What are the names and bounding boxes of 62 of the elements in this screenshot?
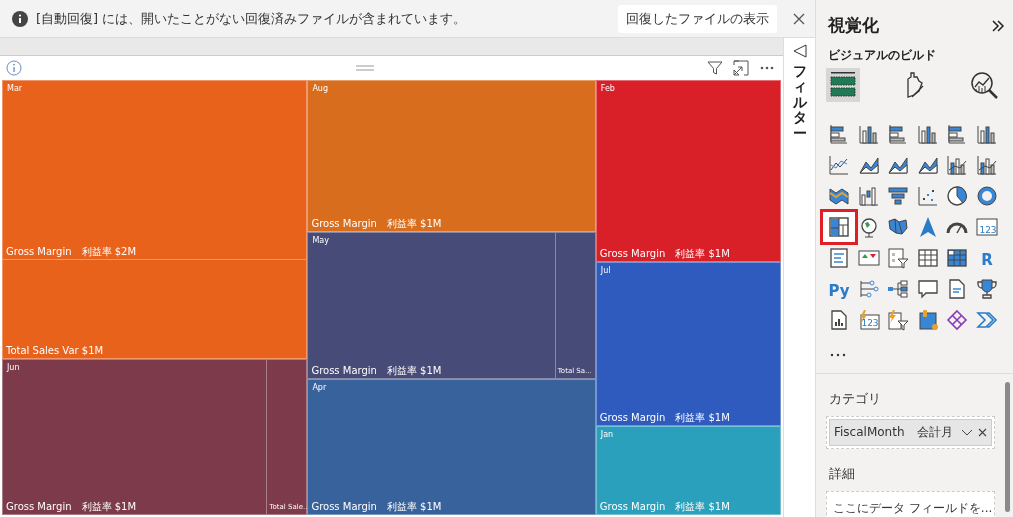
tile-label: Feb: [600, 84, 615, 93]
pane-title: 視覚化: [828, 14, 879, 37]
combo-chart-icon[interactable]: [945, 153, 969, 177]
multi-row-card-icon[interactable]: [827, 246, 851, 270]
drag-handle-icon[interactable]: [355, 65, 374, 71]
treemap-tile[interactable]: Apr Gross Margin 利益率 $1M: [307, 378, 596, 515]
field-well-label: カテゴリ: [829, 390, 882, 408]
tile-value-label: Gross Margin 利益率 $1M: [311, 501, 442, 512]
tile-value-label: Gross Margin 利益率 $1M: [599, 501, 730, 512]
line-chart-icon[interactable]: [827, 153, 851, 177]
scrollbar[interactable]: [1005, 382, 1010, 512]
tile-value-label: Gross Margin 利益率 $1M: [599, 248, 730, 260]
treemap-tile[interactable]: Jul Gross Margin 利益率 $1M: [595, 262, 781, 427]
tile-value-label: Gross Margin 利益率 $1M: [311, 364, 442, 376]
waterfall-chart-icon[interactable]: [856, 184, 881, 208]
trophy-icon[interactable]: [974, 277, 999, 301]
tile-value-label: Gross Margin 利益率 $2M: [6, 246, 137, 258]
collapse-icon[interactable]: [991, 18, 1005, 33]
close-icon[interactable]: [793, 12, 805, 25]
field-pill[interactable]: FiscalMonth 会計月: [829, 419, 992, 446]
donut-chart-icon[interactable]: [974, 184, 999, 208]
tile-value-label: Gross Margin 利益率 $1M: [311, 217, 442, 229]
section-title: ビジュアルのビルド: [828, 47, 937, 64]
focus-mode-icon[interactable]: [733, 60, 749, 76]
more-visuals-icon[interactable]: [830, 353, 846, 357]
fields-icon[interactable]: [826, 68, 860, 102]
lightning-slicer-icon[interactable]: [886, 308, 910, 332]
pie-chart-icon[interactable]: [945, 184, 969, 208]
funnel-chart-icon[interactable]: [886, 184, 910, 208]
matrix-icon[interactable]: [945, 246, 969, 270]
decomposition-tree-icon[interactable]: [886, 277, 910, 301]
treemap-icon[interactable]: [820, 209, 858, 245]
table-icon[interactable]: [915, 246, 940, 270]
field-well-label: 詳細: [829, 465, 856, 483]
card-icon[interactable]: 123: [974, 215, 999, 239]
tile-value-label: Gross Margin 利益率 $1M: [599, 412, 730, 424]
tile-value-label: Total Sales Var $1M: [6, 345, 104, 357]
tile-label: Jan: [600, 430, 614, 440]
show-recovered-files-button[interactable]: 回復したファイルの表示: [618, 4, 777, 33]
tile-value-label: Gross Margin 利益率 $1M: [6, 501, 137, 512]
tile-label: Apr: [312, 382, 327, 392]
notification-message: [自動回復] には、開いたことがない回復済みファイルが含まれています。: [36, 9, 467, 28]
field-drop-zone[interactable]: ここにデータ フィールドを...: [826, 491, 995, 517]
treemap-tile[interactable]: Aug Gross Margin 利益率 $1M: [307, 80, 596, 232]
tile-label: Aug: [312, 84, 328, 93]
field-name: FiscalMonth 会計月: [834, 424, 954, 441]
tile-label: Jun: [7, 363, 20, 373]
tile-label: May: [312, 235, 329, 245]
filter-pane-title: フィルター: [792, 64, 807, 141]
treemap-tile[interactable]: Mar Gross Margin 利益率 $2M Total Sales Var $1M: [2, 80, 308, 360]
info-icon: [12, 10, 28, 27]
speech-bubble-icon[interactable]: [915, 277, 940, 301]
chevron-down-icon[interactable]: [961, 428, 973, 437]
treemap-tile[interactable]: Feb Gross Margin 利益率 $1M: [595, 80, 781, 263]
slicer-icon[interactable]: [886, 246, 910, 270]
scatter-chart-icon[interactable]: [915, 184, 940, 208]
drop-zone-placeholder: ここにデータ フィールドを...: [832, 500, 992, 517]
tile-label: Mar: [7, 84, 23, 93]
tile-label: Jul: [600, 266, 611, 276]
remove-icon[interactable]: [978, 428, 987, 437]
combo-chart-icon[interactable]: [974, 153, 999, 177]
diamond-icon[interactable]: [945, 308, 969, 332]
